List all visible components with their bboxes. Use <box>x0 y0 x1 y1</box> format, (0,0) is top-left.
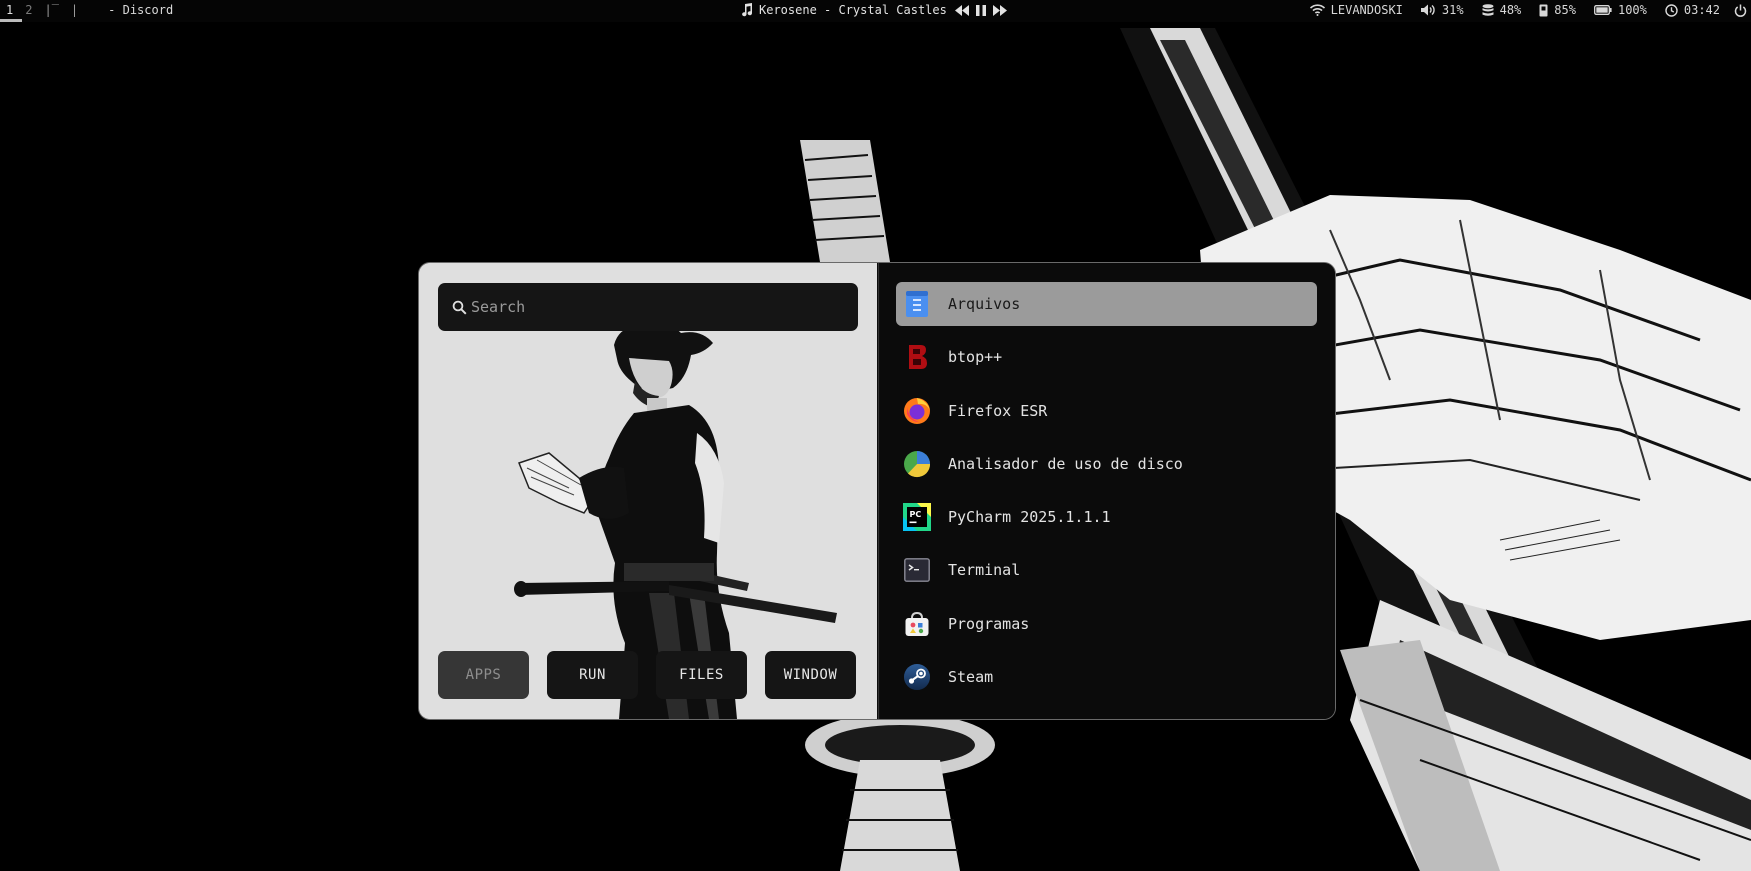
clock-time: 03:42 <box>1683 3 1720 17</box>
database-icon <box>1482 3 1494 16</box>
terminal-icon <box>903 556 931 584</box>
network-name: LEVANDOSKI <box>1330 3 1403 17</box>
file-manager-icon <box>903 290 931 318</box>
app-item-arquivos[interactable]: Arquivos <box>896 282 1317 326</box>
disk-value: 48% <box>1499 3 1522 17</box>
network-status[interactable]: LEVANDOSKI <box>1309 3 1403 17</box>
bar-separator: | <box>70 3 79 17</box>
firefox-icon <box>903 397 931 425</box>
next-track-icon[interactable] <box>992 4 1007 16</box>
run-mode-button[interactable]: RUN <box>547 651 638 699</box>
battery-value: 100% <box>1617 3 1647 17</box>
disk-usage-icon <box>903 450 931 478</box>
svg-text:PC: PC <box>910 510 922 519</box>
active-window-title: - Discord <box>108 3 174 17</box>
pause-icon[interactable] <box>975 4 987 16</box>
workspace-area: 1 2 |‾ | - Discord <box>6 3 173 17</box>
workspace-2[interactable]: 2 <box>25 3 32 17</box>
app-label: Steam <box>948 668 994 687</box>
app-label: btop++ <box>948 348 1003 367</box>
app-launcher: APPS RUN FILES WINDOW <box>418 262 1336 720</box>
search-box[interactable] <box>438 283 858 331</box>
app-item-btop[interactable]: btop++ <box>896 335 1317 379</box>
workspace-1[interactable]: 1 <box>6 3 13 17</box>
active-workspace-indicator <box>0 19 22 22</box>
disk-status: 48% <box>1482 3 1522 17</box>
app-item-steam[interactable]: Steam <box>896 655 1317 699</box>
steam-icon <box>903 663 931 691</box>
clock[interactable]: 03:42 <box>1665 3 1720 17</box>
power-icon[interactable] <box>1734 4 1747 17</box>
search-icon <box>452 300 467 315</box>
battery-icon <box>1594 5 1612 15</box>
search-input[interactable] <box>471 298 831 316</box>
app-label: Terminal <box>948 561 1021 580</box>
pycharm-icon: PC <box>903 503 931 532</box>
btop-icon <box>903 343 931 371</box>
app-label: PyCharm 2025.1.1.1 <box>948 508 1111 527</box>
app-item-firefox[interactable]: Firefox ESR <box>896 389 1317 433</box>
status-area: LEVANDOSKI 31% 48% 85% 100% 03:42 <box>1292 3 1751 17</box>
launcher-left-pane: APPS RUN FILES WINDOW <box>419 263 877 719</box>
app-label: Analisador de uso de disco <box>948 454 1183 473</box>
window-mode-button[interactable]: WINDOW <box>765 651 856 699</box>
desktop: 1 2 |‾ | - Discord Kerosene - Crystal Ca… <box>0 0 1751 871</box>
memory-icon <box>1539 4 1548 16</box>
volume-status[interactable]: 31% <box>1420 3 1464 17</box>
workspace-glyph: |‾ <box>44 3 59 17</box>
track-title: Kerosene - Crystal Castles <box>759 3 947 17</box>
memory-status: 85% <box>1539 3 1576 17</box>
app-label: Programas <box>948 614 1030 633</box>
battery-status: 100% <box>1594 3 1647 17</box>
volume-icon <box>1420 4 1435 16</box>
top-bar: 1 2 |‾ | - Discord Kerosene - Crystal Ca… <box>0 0 1751 22</box>
launcher-results-pane: Arquivos btop++ Firefox ESR Analisador d… <box>878 263 1335 719</box>
app-list: Arquivos btop++ Firefox ESR Analisador d… <box>896 282 1317 708</box>
media-player: Kerosene - Crystal Castles <box>740 3 1007 17</box>
app-label: Firefox ESR <box>948 401 1048 420</box>
previous-track-icon[interactable] <box>954 4 969 16</box>
clock-icon <box>1665 3 1678 17</box>
app-label: Arquivos <box>948 295 1021 313</box>
files-mode-button[interactable]: FILES <box>656 651 747 699</box>
app-item-programas[interactable]: Programas <box>896 602 1317 646</box>
volume-value: 31% <box>1441 3 1464 17</box>
music-note-icon <box>740 3 753 17</box>
wifi-icon <box>1309 4 1325 16</box>
mode-switcher: APPS RUN FILES WINDOW <box>438 651 856 699</box>
app-item-pycharm[interactable]: PC PyCharm 2025.1.1.1 <box>896 495 1317 539</box>
memory-value: 85% <box>1554 3 1576 17</box>
app-item-terminal[interactable]: Terminal <box>896 548 1317 592</box>
app-item-disk-usage[interactable]: Analisador de uso de disco <box>896 442 1317 486</box>
apps-mode-button[interactable]: APPS <box>438 651 529 699</box>
software-store-icon <box>903 610 931 638</box>
